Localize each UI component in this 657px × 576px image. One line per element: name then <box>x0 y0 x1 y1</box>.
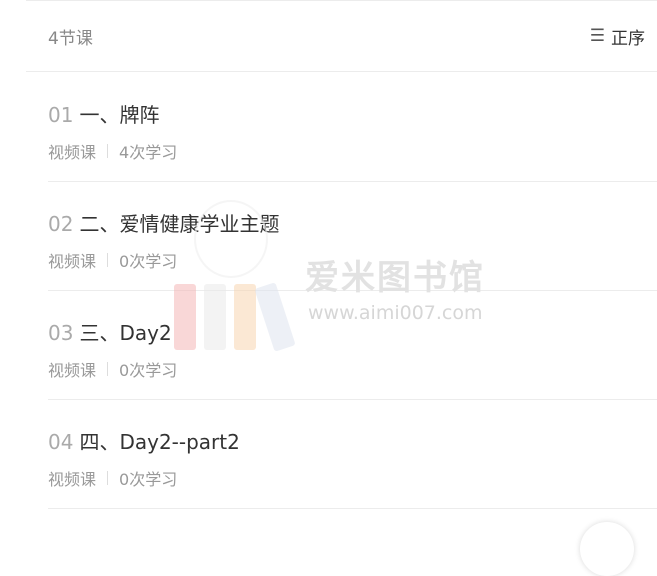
lesson-title: 二、爱情健康学业主题 <box>79 212 280 236</box>
sort-icon: ☰ <box>589 26 605 46</box>
lesson-number: 01 <box>48 103 74 127</box>
lesson-title: 一、牌阵 <box>79 103 160 127</box>
lesson-view-count: 4次学习 <box>119 143 178 162</box>
lesson-view-count: 0次学习 <box>119 361 178 380</box>
lesson-item[interactable]: 03 三、Day2 视频课 0次学习 <box>48 291 657 400</box>
lesson-type: 视频课 <box>48 252 97 271</box>
meta-divider <box>107 253 109 267</box>
meta-divider <box>107 362 109 376</box>
meta-divider <box>107 144 109 158</box>
lesson-type: 视频课 <box>48 143 97 162</box>
lesson-view-count: 0次学习 <box>119 252 178 271</box>
lesson-count: 4节课 <box>48 28 93 49</box>
lesson-number: 04 <box>48 430 74 454</box>
lesson-title: 四、Day2--part2 <box>79 430 240 454</box>
lesson-title: 三、Day2 <box>79 321 172 345</box>
back-to-top-button[interactable] <box>580 522 634 576</box>
sort-label: 正序 <box>611 28 645 49</box>
lesson-item[interactable]: 02 二、爱情健康学业主题 视频课 0次学习 <box>48 182 657 291</box>
lesson-number: 02 <box>48 212 74 236</box>
lesson-item[interactable]: 04 四、Day2--part2 视频课 0次学习 <box>48 400 657 509</box>
lesson-type: 视频课 <box>48 361 97 380</box>
lesson-view-count: 0次学习 <box>119 470 178 489</box>
lesson-number: 03 <box>48 321 74 345</box>
meta-divider <box>107 471 109 485</box>
sort-toggle-button[interactable]: ☰ 正序 <box>590 24 645 49</box>
lesson-type: 视频课 <box>48 470 97 489</box>
lesson-item[interactable]: 01 一、牌阵 视频课 4次学习 <box>48 73 657 182</box>
list-header: 4节课 ☰ 正序 <box>26 0 657 72</box>
